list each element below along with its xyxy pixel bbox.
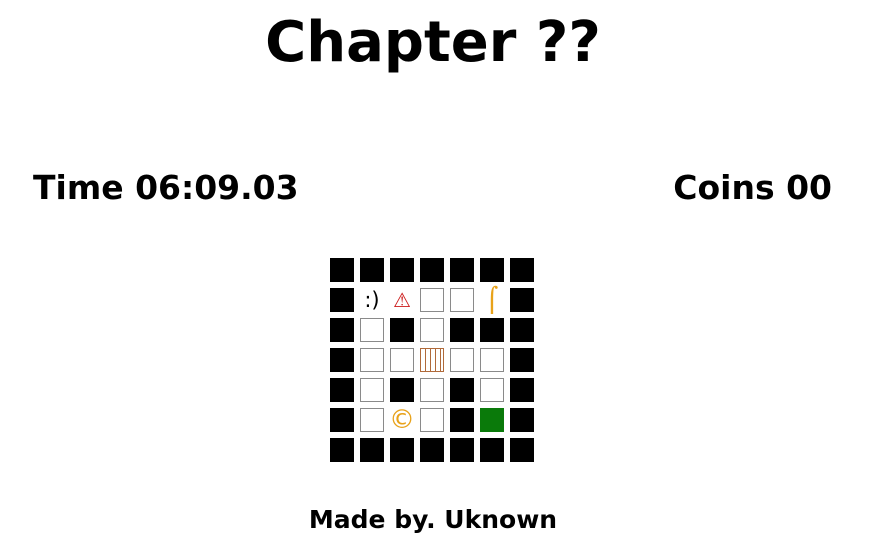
floor-tile [360, 378, 384, 402]
wall-tile [510, 258, 534, 282]
floor-tile [450, 348, 474, 372]
wall-tile [390, 378, 414, 402]
chapter-title: Chapter ?? [265, 10, 601, 75]
wall-tile [390, 258, 414, 282]
game-board[interactable]: :) ⚠ ⌠ © [330, 258, 540, 464]
time-display: Time 06:09.03 [33, 168, 299, 207]
wall-tile [480, 258, 504, 282]
wall-tile [330, 288, 354, 312]
wall-tile [450, 378, 474, 402]
floor-tile [420, 288, 444, 312]
wall-tile [330, 258, 354, 282]
wall-tile [510, 378, 534, 402]
wall-tile [330, 438, 354, 462]
wall-tile [510, 348, 534, 372]
floor-tile [390, 348, 414, 372]
floor-tile [420, 318, 444, 342]
wall-tile [450, 258, 474, 282]
wall-tile [480, 438, 504, 462]
goal-tile [480, 408, 504, 432]
wall-tile [510, 318, 534, 342]
floor-tile [360, 318, 384, 342]
wall-tile [450, 318, 474, 342]
wall-tile [510, 288, 534, 312]
wall-tile [330, 318, 354, 342]
floor-tile [420, 408, 444, 432]
coin-icon: © [389, 405, 415, 435]
floor-tile [480, 348, 504, 372]
floor-tile [360, 348, 384, 372]
gate-tile [420, 348, 444, 372]
wall-tile [420, 258, 444, 282]
wall-tile [330, 348, 354, 372]
wall-tile [450, 438, 474, 462]
floor-tile [420, 378, 444, 402]
wall-tile [390, 318, 414, 342]
author-credit: Made by. Uknown [308, 505, 558, 534]
coins-display: Coins 00 [673, 168, 832, 207]
key-icon: ⌠ [485, 286, 499, 314]
wall-tile [480, 318, 504, 342]
floor-tile [360, 408, 384, 432]
wall-tile [510, 408, 534, 432]
wall-tile [510, 438, 534, 462]
wall-tile [450, 408, 474, 432]
game-page: Chapter ?? Time 06:09.03 Coins 00 :) ⚠ ⌠ © … [0, 0, 878, 559]
wall-tile [420, 438, 444, 462]
wall-tile [360, 258, 384, 282]
wall-tile [390, 438, 414, 462]
wall-tile [330, 378, 354, 402]
wall-tile [330, 408, 354, 432]
floor-tile [450, 288, 474, 312]
trap-warning-icon: ⚠ [393, 288, 411, 312]
floor-tile [480, 378, 504, 402]
player-icon: :) [364, 288, 380, 312]
wall-tile [360, 438, 384, 462]
